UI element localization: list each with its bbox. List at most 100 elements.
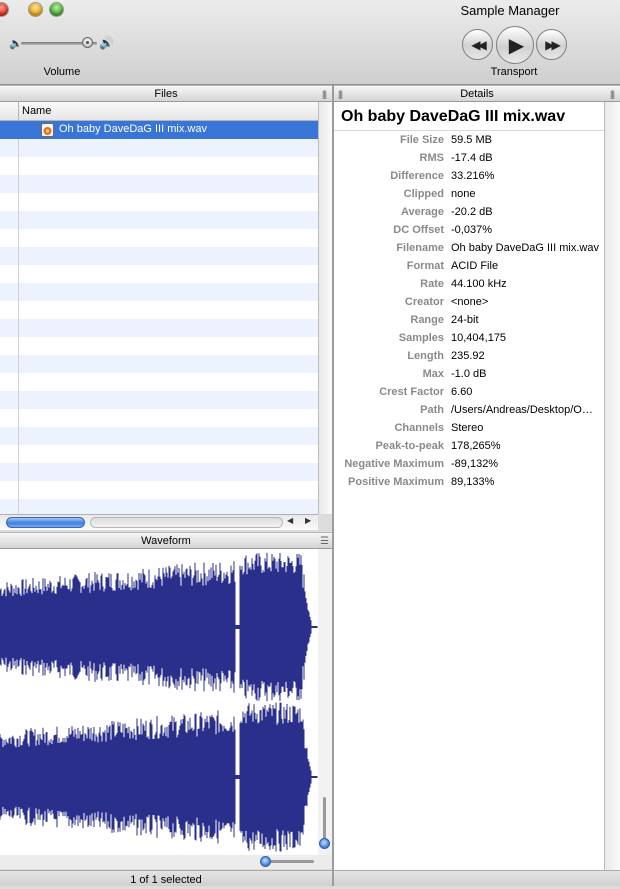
detail-row: Format ACID File <box>334 258 604 276</box>
scroll-left-icon[interactable]: ◀ <box>287 516 293 525</box>
detail-row: Samples 10,404,175 <box>334 330 604 348</box>
waveform-channel-left <box>0 552 318 702</box>
horizontal-scroll-track[interactable] <box>90 517 283 528</box>
detail-row: Positive Maximum 89,133% <box>334 474 604 492</box>
detail-key: Difference <box>390 170 444 182</box>
zoom-window-button[interactable] <box>50 3 63 16</box>
horizontal-scroll-thumb[interactable] <box>6 517 85 528</box>
window-title: Sample Manager <box>460 3 560 18</box>
horizontal-zoom-knob[interactable] <box>260 856 271 867</box>
detail-key: Filename <box>396 242 444 254</box>
files-vertical-scrollbar[interactable] <box>318 102 332 514</box>
detail-value: -0,037% <box>451 224 492 236</box>
resize-grip-icon[interactable]: ||| <box>610 86 615 103</box>
detail-value: 59.5 MB <box>451 134 492 146</box>
transport-label: Transport <box>490 66 538 78</box>
detail-row: Range 24-bit <box>334 312 604 330</box>
detail-key: File Size <box>399 134 444 146</box>
close-window-button[interactable] <box>0 3 8 16</box>
files-table[interactable]: Name Oh baby DaveDaG III mix.wav <box>0 102 319 514</box>
scroll-right-icon[interactable]: ▶ <box>305 516 311 525</box>
detail-value: 33.216% <box>451 170 495 182</box>
column-divider[interactable] <box>18 102 19 120</box>
detail-value: 89,133% <box>451 476 495 488</box>
details-heading: Oh baby DaveDaG III mix.wav <box>341 108 566 125</box>
detail-value: /Users/Andreas/Desktop/O… <box>451 404 593 416</box>
detail-key: Samples <box>398 332 444 344</box>
detail-value: 24-bit <box>451 314 479 326</box>
resize-grip-icon[interactable]: ||| <box>338 86 343 103</box>
play-icon: ▶ <box>508 34 525 57</box>
detail-row: Filename Oh baby DaveDaG III mix.wav <box>334 240 604 258</box>
vertical-zoom-knob[interactable] <box>319 838 330 849</box>
details-footer <box>334 870 620 886</box>
fast-forward-icon: ▶▶ <box>545 37 561 52</box>
detail-row: Length 235.92 <box>334 348 604 366</box>
column-header-name-label: Name <box>22 105 52 117</box>
detail-value: -17.4 dB <box>451 152 493 164</box>
rewind-icon: ◀◀ <box>471 37 487 52</box>
detail-value: -1.0 dB <box>451 368 487 380</box>
waveform-panel-title: Waveform <box>141 535 191 547</box>
detail-value: ACID File <box>451 260 499 272</box>
detail-row: Average -20.2 dB <box>334 204 604 222</box>
resize-grip-icon[interactable]: ||| <box>322 86 327 103</box>
detail-row: Crest Factor 6.60 <box>334 384 604 402</box>
detail-key: Peak-to-peak <box>375 440 444 452</box>
volume-high-icon: 🔊 <box>99 36 114 50</box>
detail-value: 178,265% <box>451 440 501 452</box>
detail-row: File Size 59.5 MB <box>334 132 604 150</box>
files-horizontal-scrollbar[interactable]: ◀ ▶ <box>0 514 318 530</box>
detail-key: Creator <box>404 296 444 308</box>
file-row-selected[interactable]: Oh baby DaveDaG III mix.wav <box>0 121 318 139</box>
detail-row: Max -1.0 dB <box>334 366 604 384</box>
detail-key: Crest Factor <box>379 386 444 398</box>
file-rows: Oh baby DaveDaG III mix.wav <box>0 121 318 514</box>
files-panel-header: Files ||| <box>0 85 332 102</box>
waveform-panel-header: Waveform ☰ <box>0 532 332 549</box>
detail-value: 6.60 <box>451 386 473 398</box>
file-name: Oh baby DaveDaG III mix.wav <box>59 123 207 135</box>
files-panel-title: Files <box>154 88 178 100</box>
detail-value: 235.92 <box>451 350 485 362</box>
audio-file-icon <box>41 123 54 137</box>
detail-key: Negative Maximum <box>344 458 444 470</box>
volume-label: Volume <box>43 66 81 78</box>
volume-slider-knob[interactable] <box>82 37 93 48</box>
fast-forward-button[interactable]: ▶▶ <box>536 29 567 60</box>
menu-icon[interactable]: ☰ <box>320 533 329 550</box>
detail-row: RMS -17.4 dB <box>334 150 604 168</box>
detail-key: Rate <box>420 278 444 290</box>
detail-value: Oh baby DaveDaG III mix.wav <box>451 242 599 254</box>
toolbar: Sample Manager 🔈 🔊 Volume ◀◀ ▶ ▶▶ Transp… <box>0 0 620 85</box>
detail-row: Negative Maximum -89,132% <box>334 456 604 474</box>
minimize-window-button[interactable] <box>29 3 42 16</box>
detail-row: DC Offset -0,037% <box>334 222 604 240</box>
detail-key: Length <box>407 350 444 362</box>
play-button[interactable]: ▶ <box>496 26 534 64</box>
vertical-zoom-track[interactable] <box>323 797 326 841</box>
waveform-display[interactable] <box>0 549 319 855</box>
details-list: Oh baby DaveDaG III mix.wav File Size 59.… <box>334 102 604 870</box>
detail-row: Channels Stereo <box>334 420 604 438</box>
details-panel-header: ||| Details ||| <box>334 85 620 102</box>
divider <box>334 130 604 131</box>
detail-key: Channels <box>394 422 444 434</box>
detail-key: Format <box>406 260 444 272</box>
detail-key: Positive Maximum <box>348 476 444 488</box>
detail-value: 44.100 kHz <box>451 278 507 290</box>
detail-row: Creator <none> <box>334 294 604 312</box>
column-header-name[interactable]: Name <box>0 102 318 121</box>
column-grid-line <box>18 121 19 514</box>
details-vertical-scrollbar[interactable] <box>604 102 620 870</box>
detail-value: -89,132% <box>451 458 499 470</box>
detail-row: Difference 33.216% <box>334 168 604 186</box>
waveform-channel-right <box>0 702 318 852</box>
waveform-vertical-zoom[interactable] <box>318 549 332 855</box>
detail-row: Rate 44.100 kHz <box>334 276 604 294</box>
detail-key: DC Offset <box>393 224 444 236</box>
waveform-peaks <box>0 552 318 702</box>
detail-key: Clipped <box>403 188 444 200</box>
rewind-button[interactable]: ◀◀ <box>462 29 493 60</box>
detail-value: -20.2 dB <box>451 206 493 218</box>
